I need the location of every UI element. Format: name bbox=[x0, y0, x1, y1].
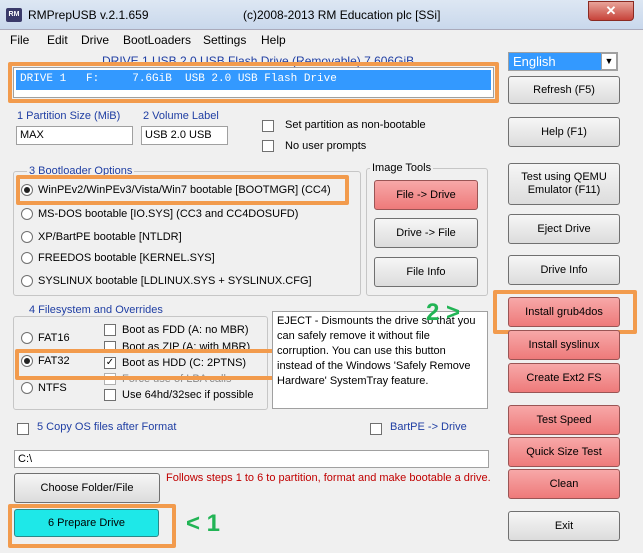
create-ext2-button[interactable]: Create Ext2 FS bbox=[508, 363, 620, 393]
menu-help[interactable]: Help bbox=[261, 33, 286, 47]
override-zip-label: Boot as ZIP (A: with MBR) bbox=[122, 341, 251, 353]
volume-label-label: 2 Volume Label bbox=[143, 110, 219, 122]
menu-bar: File Edit Drive BootLoaders Settings Hel… bbox=[0, 30, 643, 50]
fs-label-fat16: FAT16 bbox=[38, 332, 70, 344]
bootloader-radio-winpe[interactable] bbox=[21, 184, 33, 196]
override-lba-checkbox[interactable] bbox=[104, 373, 116, 385]
copy-os-label: 5 Copy OS files after Format bbox=[37, 421, 177, 433]
help-button[interactable]: Help (F1) bbox=[508, 117, 620, 147]
no-user-prompts-label: No user prompts bbox=[285, 140, 367, 152]
app-icon: RM bbox=[6, 8, 22, 22]
path-input[interactable]: C:\ bbox=[14, 450, 489, 468]
prepare-drive-button[interactable]: 6 Prepare Drive bbox=[14, 509, 159, 537]
fs-radio-fat32[interactable] bbox=[21, 355, 33, 367]
drive-info-button[interactable]: Drive Info bbox=[508, 255, 620, 285]
menu-edit[interactable]: Edit bbox=[47, 33, 68, 47]
override-hdd-checkbox[interactable]: ✓ bbox=[104, 357, 116, 369]
menu-drive[interactable]: Drive bbox=[81, 33, 109, 47]
bartpe-label: BartPE -> Drive bbox=[390, 421, 467, 433]
exit-button[interactable]: Exit bbox=[508, 511, 620, 541]
menu-settings[interactable]: Settings bbox=[203, 33, 246, 47]
install-grub4dos-button[interactable]: Install grub4dos bbox=[508, 297, 620, 327]
drive-header: DRIVE 1 USB 2.0 USB Flash Drive (Removab… bbox=[102, 54, 415, 68]
override-fdd-checkbox[interactable] bbox=[104, 324, 116, 336]
chevron-down-icon[interactable]: ▼ bbox=[601, 53, 617, 70]
non-bootable-label: Set partition as non-bootable bbox=[285, 119, 426, 131]
partition-size-label: 1 Partition Size (MiB) bbox=[17, 110, 121, 122]
bootloader-label-freedos: FREEDOS bootable [KERNEL.SYS] bbox=[38, 252, 215, 264]
bootloader-radio-syslinux[interactable] bbox=[21, 275, 33, 287]
override-64hd-checkbox[interactable] bbox=[104, 389, 116, 401]
bootloader-label-winpe: WinPEv2/WinPEv3/Vista/Win7 bootable [BOO… bbox=[38, 184, 331, 196]
file-info-button[interactable]: File Info bbox=[374, 257, 478, 287]
bootloader-radio-xp[interactable] bbox=[21, 231, 33, 243]
eject-drive-button[interactable]: Eject Drive bbox=[508, 214, 620, 244]
close-button[interactable]: ✕ bbox=[588, 1, 634, 21]
partition-size-input[interactable]: MAX bbox=[16, 126, 133, 145]
choose-folder-button[interactable]: Choose Folder/File bbox=[14, 473, 160, 503]
non-bootable-checkbox[interactable] bbox=[262, 120, 274, 132]
test-speed-button[interactable]: Test Speed bbox=[508, 405, 620, 435]
override-hdd-label: Boot as HDD (C: 2PTNS) bbox=[122, 357, 247, 369]
bootloader-radio-msdos[interactable] bbox=[21, 208, 33, 220]
override-zip-checkbox[interactable] bbox=[104, 341, 116, 353]
bootloader-label-syslinux: SYSLINUX bootable [LDLINUX.SYS + SYSLINU… bbox=[38, 275, 312, 287]
drive-to-file-button[interactable]: Drive -> File bbox=[374, 218, 478, 248]
follow-steps-text: Follows steps 1 to 6 to partition, forma… bbox=[166, 472, 491, 484]
drive-list-item[interactable]: DRIVE 1 F: 7.6GiB USB 2.0 USB Flash Driv… bbox=[16, 70, 491, 90]
step2-annotation: 2 > bbox=[426, 299, 461, 326]
copy-os-checkbox[interactable] bbox=[17, 423, 29, 435]
bootloader-group-title: 3 Bootloader Options bbox=[27, 165, 135, 177]
volume-label-input[interactable]: USB 2.0 USB bbox=[141, 126, 228, 145]
file-to-drive-button[interactable]: File -> Drive bbox=[374, 180, 478, 210]
no-user-prompts-checkbox[interactable] bbox=[262, 140, 274, 152]
menu-file[interactable]: File bbox=[10, 33, 29, 47]
fs-radio-fat16[interactable] bbox=[21, 332, 33, 344]
copyright-text: (c)2008-2013 RM Education plc [SSi] bbox=[243, 8, 441, 22]
window-title: RMPrepUSB v.2.1.659 bbox=[28, 8, 149, 22]
image-tools-title: Image Tools bbox=[370, 162, 434, 174]
quick-size-test-button[interactable]: Quick Size Test bbox=[508, 437, 620, 467]
override-64hd-label: Use 64hd/32sec if possible bbox=[122, 389, 254, 401]
step1-annotation: < 1 bbox=[186, 510, 221, 537]
filesystem-group-title: 4 Filesystem and Overrides bbox=[27, 304, 165, 316]
fs-label-fat32: FAT32 bbox=[38, 355, 70, 367]
refresh-button[interactable]: Refresh (F5) bbox=[508, 76, 620, 104]
clean-button[interactable]: Clean bbox=[508, 469, 620, 499]
bartpe-checkbox[interactable] bbox=[370, 423, 382, 435]
test-qemu-button[interactable]: Test using QEMU Emulator (F11) bbox=[508, 163, 620, 205]
menu-bootloaders[interactable]: BootLoaders bbox=[123, 33, 191, 47]
override-lba-label: Force use of LBA calls bbox=[122, 373, 232, 385]
bootloader-radio-freedos[interactable] bbox=[21, 252, 33, 264]
bootloader-label-xp: XP/BartPE bootable [NTLDR] bbox=[38, 231, 182, 243]
bootloader-label-msdos: MS-DOS bootable [IO.SYS] (CC3 and CC4DOS… bbox=[38, 208, 299, 220]
override-fdd-label: Boot as FDD (A: no MBR) bbox=[122, 324, 249, 336]
install-syslinux-button[interactable]: Install syslinux bbox=[508, 330, 620, 360]
fs-radio-ntfs[interactable] bbox=[21, 382, 33, 394]
fs-label-ntfs: NTFS bbox=[38, 382, 67, 394]
